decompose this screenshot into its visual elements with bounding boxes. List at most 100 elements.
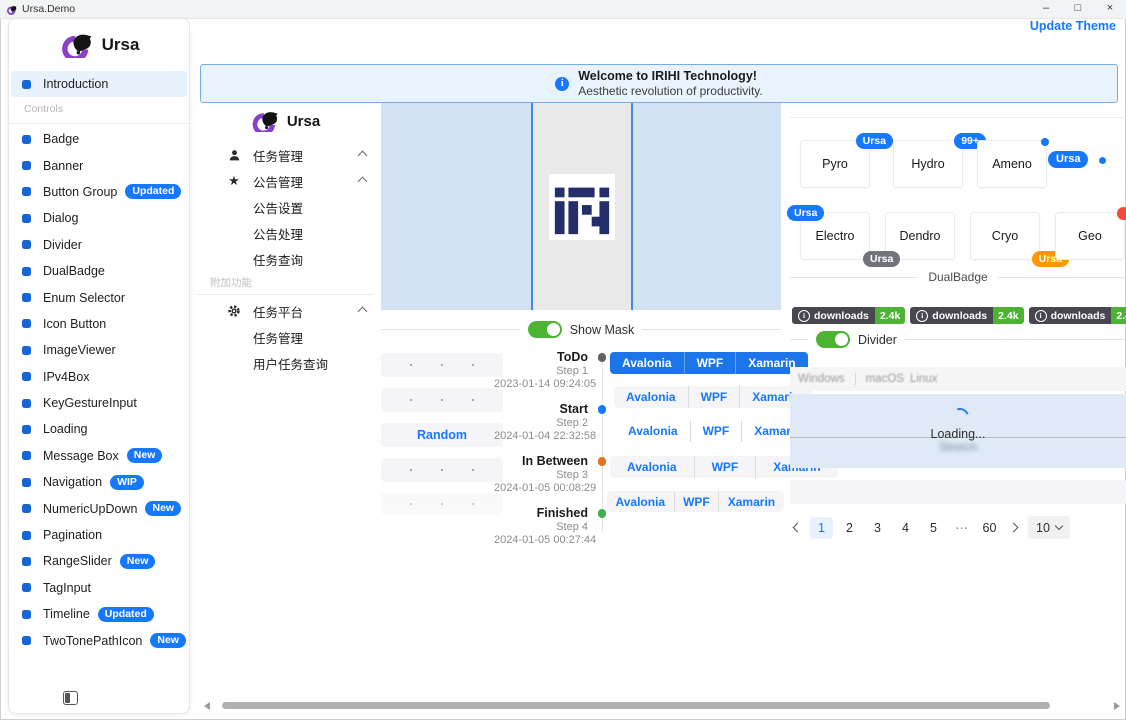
card-label: Cryo — [992, 229, 1018, 243]
button-group-borderless: AvaloniaWPFXamarin — [616, 420, 814, 442]
sidebar-item[interactable]: Enum Selector — [9, 284, 189, 310]
tab-windows[interactable]: Windows — [798, 373, 845, 385]
divider-line — [998, 277, 1126, 278]
show-mask-toggle[interactable] — [528, 321, 562, 338]
page-size-select[interactable]: 10 — [1028, 516, 1070, 539]
titlebar: Ursa.Demo — [0, 0, 1126, 19]
sidebar-item[interactable]: TwoTonePathIcon New — [9, 627, 189, 653]
bullet-icon — [22, 504, 31, 513]
window-title: Ursa.Demo — [22, 3, 75, 15]
sidebar-item[interactable]: Timeline Updated — [9, 601, 189, 627]
status-badge: Updated — [98, 607, 154, 622]
sidebar-item[interactable]: Pagination — [9, 522, 189, 548]
update-theme-button[interactable]: Update Theme — [1030, 19, 1116, 33]
timeline-item-title: Start — [494, 402, 588, 416]
ipv4-input[interactable] — [381, 353, 503, 377]
show-mask-row: Show Mask — [381, 321, 781, 338]
menu-subitem-task-management[interactable]: 任务管理 — [196, 324, 374, 350]
menu-item-announcement-management[interactable]: ★ 公告管理 — [196, 168, 374, 194]
timeline-items: ToDo Step 1 2023-01-14 09:24:05 Start St… — [494, 350, 606, 547]
badge-card-pyro: Pyro Ursa — [800, 140, 870, 188]
tab-linux[interactable]: Linux — [910, 373, 938, 385]
sidebar-item[interactable]: DualBadge — [9, 258, 189, 284]
restore-button[interactable]: □ — [1062, 0, 1094, 18]
menu-subitem-user-task-query[interactable]: 用户任务查询 — [196, 350, 374, 376]
sidebar-item-introduction[interactable]: Introduction — [11, 71, 187, 97]
sidebar-logo-label: Ursa — [102, 35, 140, 55]
timeline-item: Start Step 2 2024-01-04 22:32:58 — [494, 402, 606, 443]
collapse-sidebar-button[interactable] — [63, 691, 78, 705]
horizontal-scrollbar[interactable] — [196, 699, 1124, 712]
menu-subitem-task-query[interactable]: 任务查询 — [196, 246, 374, 272]
sidebar-item[interactable]: Banner — [9, 152, 189, 178]
divider-demo-row: Divider — [790, 331, 1126, 348]
bullet-icon — [22, 293, 31, 302]
next-page-button[interactable] — [1009, 523, 1019, 533]
sidebar-item[interactable]: NumericUpDown New — [9, 495, 189, 521]
bullet-icon — [22, 372, 31, 381]
scrollbar-thumb[interactable] — [222, 702, 1050, 709]
group-button[interactable]: Avalonia — [610, 352, 684, 374]
group-button[interactable]: Avalonia — [610, 456, 694, 478]
sidebar-item[interactable]: Message Box New — [9, 443, 189, 469]
page-button[interactable]: 1 — [810, 517, 833, 539]
page-button[interactable]: 60 — [978, 517, 1001, 539]
sidebar-item[interactable]: ImageViewer — [9, 337, 189, 363]
tab-macos[interactable]: macOS — [866, 373, 904, 385]
chevron-down-icon — [1055, 522, 1063, 530]
scroll-left-arrow[interactable] — [204, 702, 210, 710]
page-button[interactable]: 3 — [866, 517, 889, 539]
timeline-item-title: In Between — [494, 454, 588, 468]
group-button[interactable]: Avalonia — [607, 491, 674, 512]
menu-demo-panel: Ursa 任务管理 ★ 公告管理 公告设置 公告处理 任务查询 附加功能 任务平… — [196, 100, 374, 376]
close-button[interactable]: × — [1094, 0, 1126, 18]
viewer-mask-right — [631, 103, 781, 310]
sidebar-item[interactable]: Navigation WIP — [9, 469, 189, 495]
sidebar-item[interactable]: Loading — [9, 416, 189, 442]
group-button[interactable]: Xamarin — [718, 491, 783, 512]
button-group-compact: AvaloniaWPFXamarin — [607, 491, 784, 512]
sidebar-item-label: TwoTonePathIcon — [43, 634, 142, 648]
ipv4-input[interactable] — [381, 493, 503, 515]
sidebar-item[interactable]: Dialog — [9, 205, 189, 231]
group-button[interactable]: WPF — [694, 456, 756, 478]
scroll-right-arrow[interactable] — [1114, 702, 1120, 710]
group-button[interactable]: Avalonia — [616, 420, 690, 442]
ipv4-input[interactable] — [381, 388, 503, 412]
sidebar-item[interactable]: Icon Button — [9, 311, 189, 337]
group-button[interactable]: WPF — [684, 352, 736, 374]
sidebar-item[interactable]: Badge — [9, 126, 189, 152]
page-button[interactable]: ⋯ — [950, 517, 973, 539]
page-button[interactable]: 2 — [838, 517, 861, 539]
sidebar-item[interactable]: TagInput — [9, 575, 189, 601]
group-button[interactable]: WPF — [690, 420, 742, 442]
sidebar-item[interactable]: IPv4Box — [9, 364, 189, 390]
bullet-icon — [22, 187, 31, 196]
divider-toggle[interactable] — [816, 331, 850, 348]
sidebar-item[interactable]: Button Group Updated — [9, 179, 189, 205]
sidebar-item-label: Loading — [43, 422, 88, 436]
minimize-button[interactable]: – — [1030, 0, 1062, 18]
bullet-icon — [22, 478, 31, 487]
prev-page-button[interactable] — [793, 523, 803, 533]
sidebar-item[interactable]: Divider — [9, 232, 189, 258]
timeline-item: In Between Step 3 2024-01-05 00:08:29 — [494, 454, 606, 495]
menu-item-task-platform[interactable]: 任务平台 — [196, 298, 374, 324]
menu-subitem-announcement-processing[interactable]: 公告处理 — [196, 220, 374, 246]
menu-item-task-management[interactable]: 任务管理 — [196, 142, 374, 168]
random-button[interactable]: Random — [381, 423, 503, 447]
menu-subitem-announcement-settings[interactable]: 公告设置 — [196, 194, 374, 220]
chevron-up-icon — [358, 306, 368, 316]
page-button[interactable]: 4 — [894, 517, 917, 539]
group-button[interactable]: WPF — [674, 491, 719, 512]
menu-item-label: 任务查询 — [253, 250, 303, 269]
group-button[interactable]: WPF — [688, 386, 740, 408]
group-button[interactable]: Avalonia — [614, 386, 688, 408]
dual-badge-label: downloads — [1051, 310, 1106, 322]
sidebar-item[interactable]: KeyGestureInput — [9, 390, 189, 416]
image-viewer[interactable] — [381, 103, 781, 310]
page-button[interactable]: 5 — [922, 517, 945, 539]
bullet-icon — [22, 531, 31, 540]
ipv4-input[interactable] — [381, 458, 503, 482]
sidebar-item[interactable]: RangeSlider New — [9, 548, 189, 574]
